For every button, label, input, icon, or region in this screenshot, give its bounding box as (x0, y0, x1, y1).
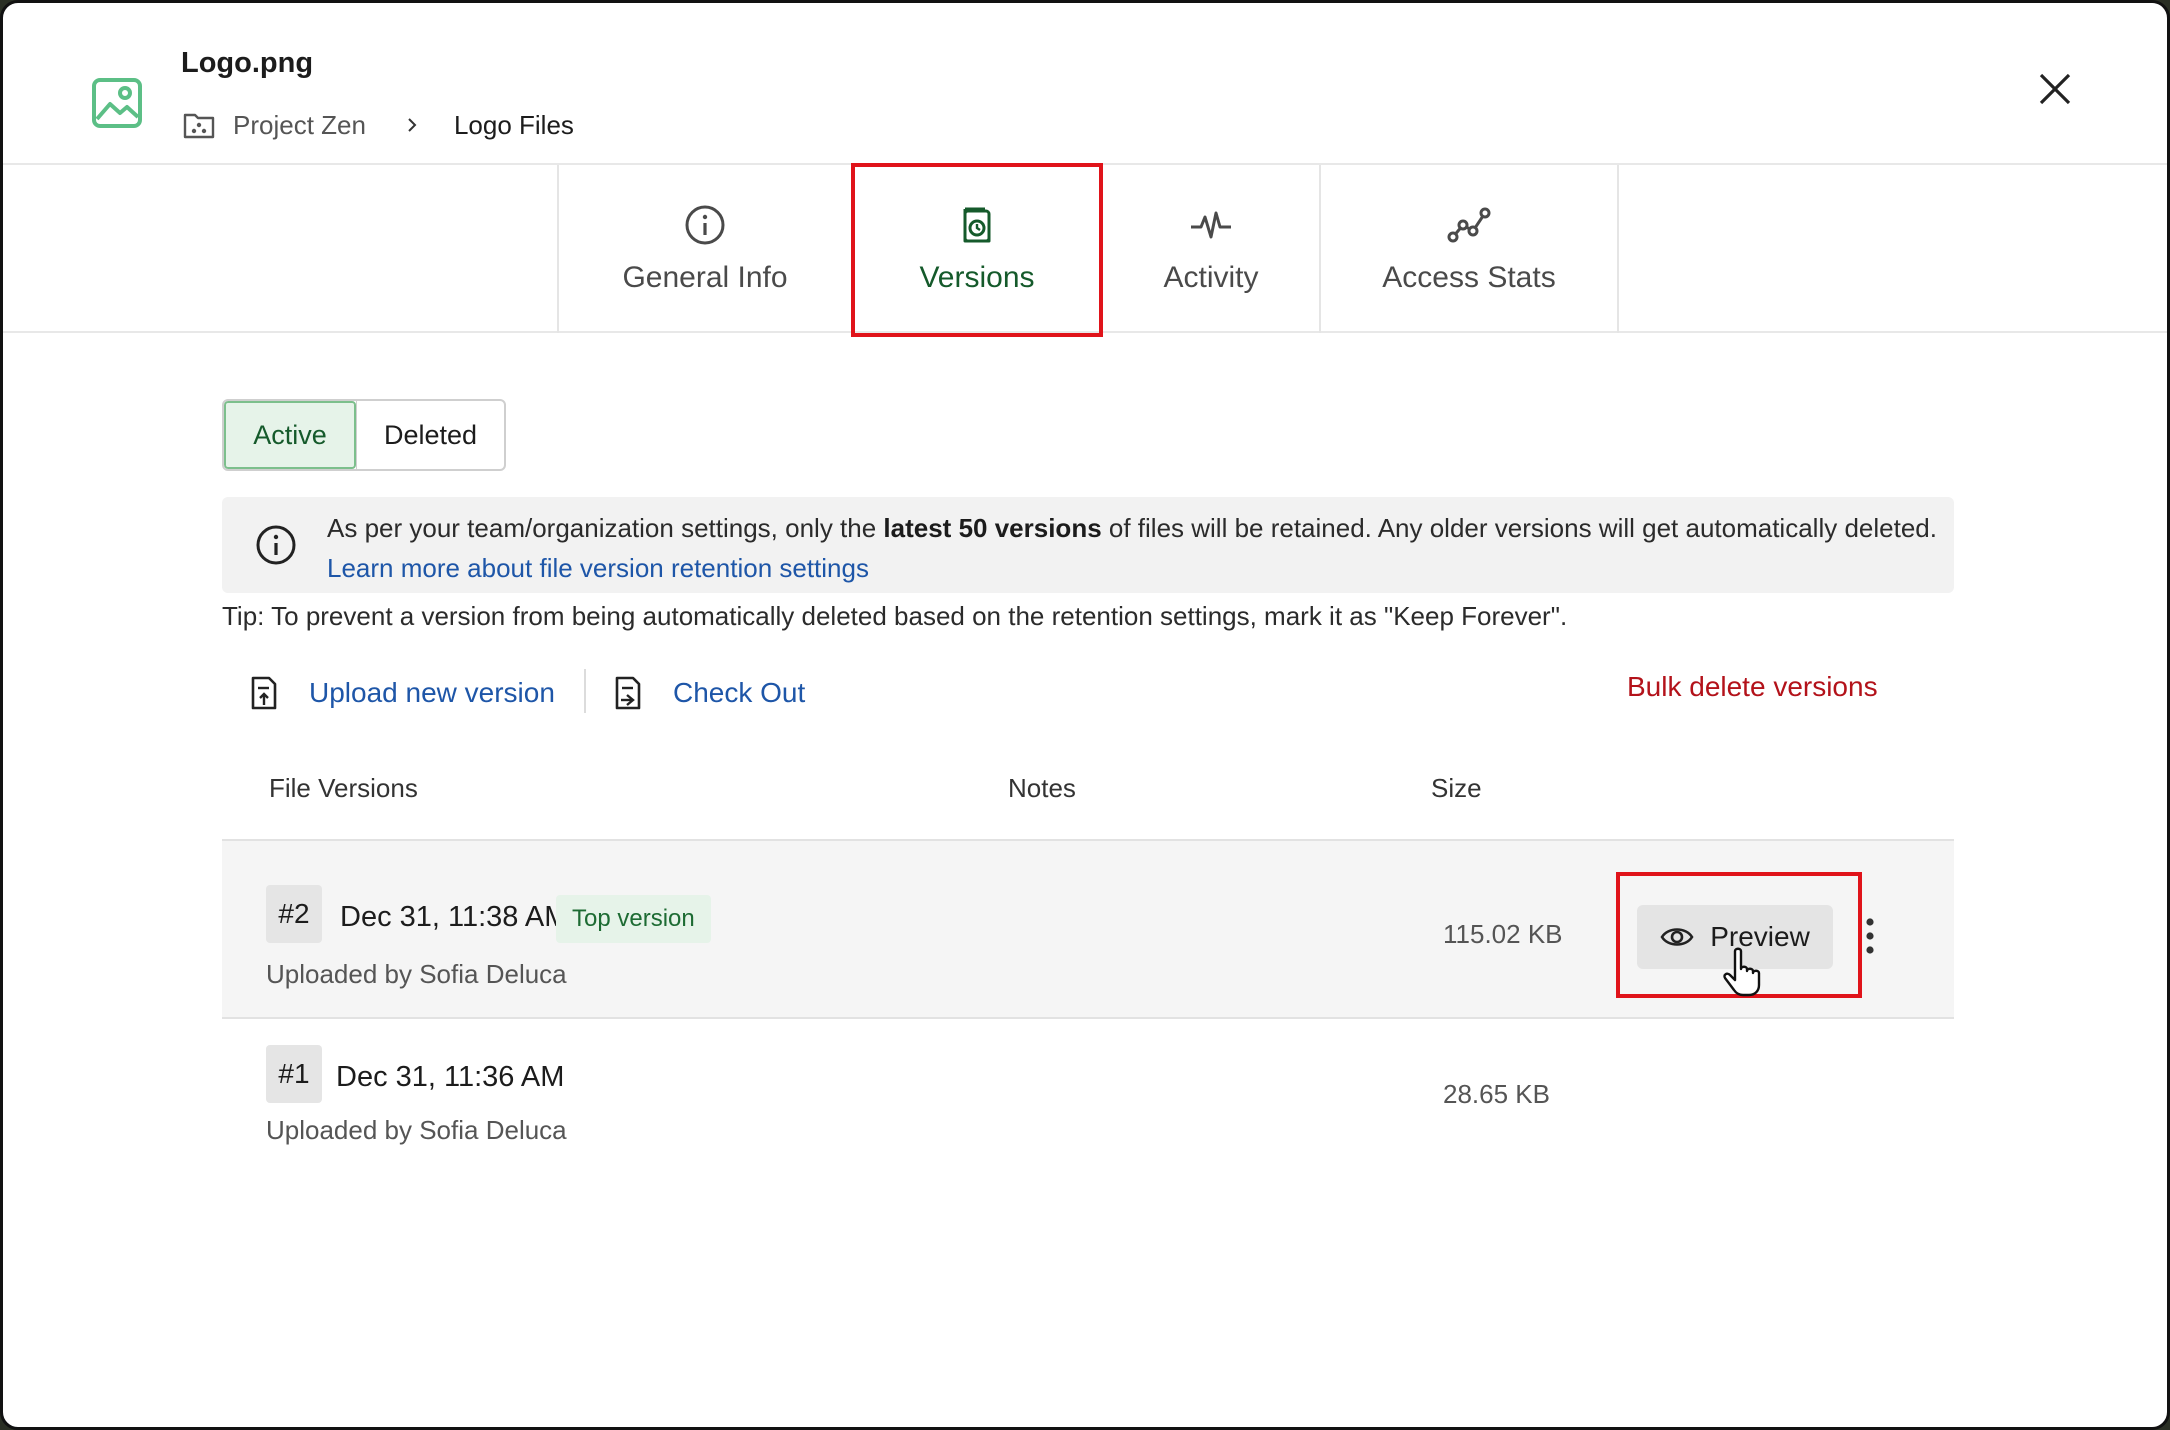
filter-deleted-button[interactable]: Deleted (356, 401, 504, 469)
version-history-icon (963, 207, 991, 243)
retention-text-before: As per your team/organization settings, … (327, 513, 884, 543)
version-date: Dec 31, 11:38 AM (340, 901, 569, 933)
version-size: 115.02 KB (1443, 919, 1563, 949)
close-icon[interactable] (2033, 67, 2077, 111)
stats-graph-icon (1447, 207, 1491, 243)
team-folder-icon (183, 113, 215, 139)
info-circle-icon (685, 205, 725, 245)
file-details-dialog: Logo.png Project Zen Logo Files General … (0, 0, 2170, 1430)
preview-label: Preview (1710, 921, 1810, 952)
info-circle-icon (256, 525, 296, 565)
check-out-button[interactable]: Check Out (613, 671, 805, 715)
column-header-size: Size (1431, 773, 1482, 803)
retention-settings-link[interactable]: Learn more about file version retention … (327, 553, 869, 583)
more-options-icon[interactable] (1858, 913, 1882, 959)
breadcrumb: Project Zen Logo Files (183, 107, 574, 143)
tab-bar: General Info Versions Activity Access St… (3, 165, 2167, 333)
eye-icon (1660, 928, 1694, 946)
chevron-right-icon (408, 118, 417, 132)
version-uploader: Uploaded by Sofia Deluca (266, 1115, 567, 1145)
retention-text-bold: latest 50 versions (883, 513, 1102, 543)
tab-general-info[interactable]: General Info (557, 165, 851, 333)
tab-label: Versions (919, 261, 1035, 294)
retention-text-after: of files will be retained. Any older ver… (1101, 513, 1937, 543)
version-size: 28.65 KB (1443, 1079, 1550, 1109)
retention-info-banner: As per your team/organization settings, … (222, 497, 1954, 593)
tab-versions[interactable]: Versions (851, 165, 1103, 333)
tab-access-stats[interactable]: Access Stats (1319, 165, 1619, 333)
breadcrumb-project[interactable]: Project Zen (233, 110, 366, 141)
image-file-icon (92, 78, 142, 128)
upload-new-version-button[interactable]: Upload new version (249, 671, 555, 715)
version-date: Dec 31, 11:36 AM (336, 1061, 565, 1093)
action-divider (584, 669, 586, 713)
file-title: Logo.png (181, 47, 314, 79)
retention-info-text: As per your team/organization settings, … (327, 508, 1937, 588)
check-out-label: Check Out (673, 677, 806, 708)
preview-button[interactable]: Preview (1637, 905, 1833, 969)
tab-label: Access Stats (1382, 261, 1556, 294)
column-header-notes: Notes (1008, 773, 1076, 803)
bulk-delete-versions-button[interactable]: Bulk delete versions (1627, 671, 1878, 703)
table-row[interactable]: #1 Dec 31, 11:36 AM Uploaded by Sofia De… (222, 1019, 1954, 1181)
checkout-file-icon (615, 676, 641, 710)
top-version-badge: Top version (556, 895, 711, 943)
dialog-header: Logo.png Project Zen Logo Files (3, 3, 2167, 165)
version-number: #1 (266, 1045, 322, 1103)
version-filter-toggle: Active Deleted (222, 399, 506, 471)
upload-new-version-label: Upload new version (309, 677, 555, 708)
tab-activity[interactable]: Activity (1103, 165, 1319, 333)
tab-label: Activity (1163, 261, 1259, 294)
tab-label: General Info (622, 261, 788, 294)
pulse-icon (1191, 211, 1231, 239)
breadcrumb-folder[interactable]: Logo Files (454, 110, 574, 141)
table-row[interactable]: #2 Dec 31, 11:38 AM Top version Uploaded… (222, 839, 1954, 1019)
filter-active-button[interactable]: Active (224, 401, 356, 469)
upload-file-icon (251, 676, 277, 710)
retention-tip: Tip: To prevent a version from being aut… (222, 601, 1568, 631)
version-uploader: Uploaded by Sofia Deluca (266, 959, 567, 989)
version-number: #2 (266, 885, 322, 943)
column-header-file-versions: File Versions (269, 773, 418, 803)
